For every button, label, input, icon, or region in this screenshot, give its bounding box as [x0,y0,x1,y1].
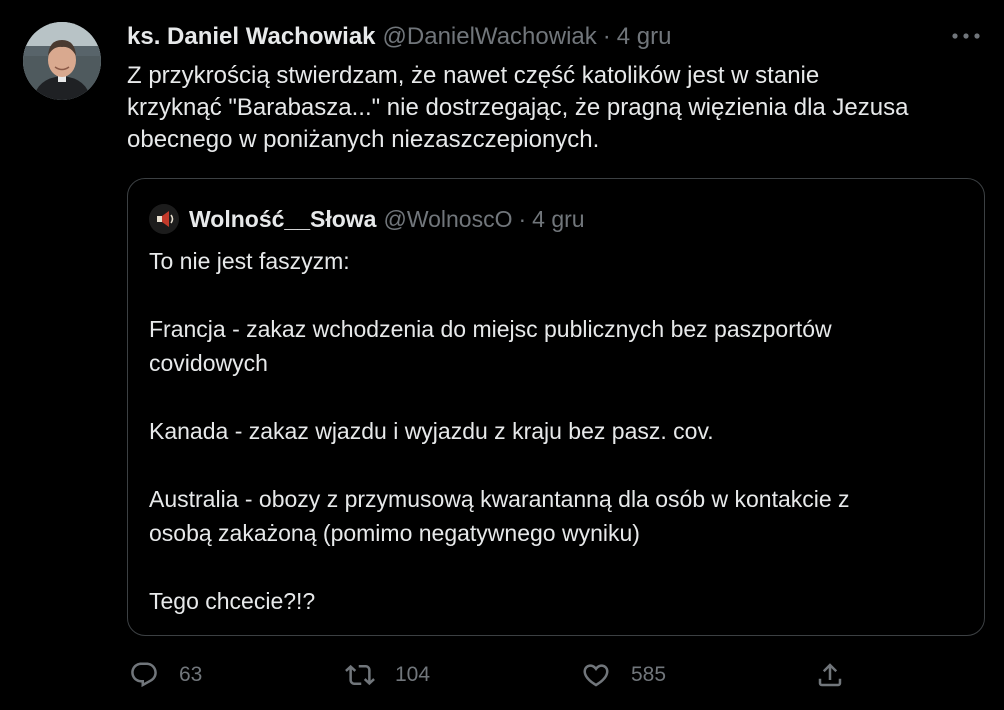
reply-button[interactable]: 63 [129,655,202,695]
author-avatar[interactable] [23,22,101,100]
tweet-date[interactable]: 4 gru [617,23,672,51]
like-count: 585 [631,663,667,686]
author-handle[interactable]: @DanielWachowiak [383,23,597,51]
reply-icon [129,660,159,690]
share-button[interactable] [815,655,845,695]
quoted-author-handle[interactable]: @WolnoscO [383,206,512,233]
quoted-tweet-header: Wolność__Słowa @WolnoscO · 4 gru [149,203,585,235]
quoted-tweet-text: To nie jest faszyzm: Francja - zakaz wch… [149,248,850,614]
tweet-text: Z przykrością stwierdzam, że nawet część… [127,62,909,153]
quoted-author-avatar[interactable] [149,204,179,234]
more-options-button[interactable] [948,24,984,48]
author-name[interactable]: ks. Daniel Wachowiak [127,23,376,51]
tweet-header: ks. Daniel Wachowiak @DanielWachowiak · … [127,22,671,52]
share-icon [815,660,845,690]
retweet-button[interactable]: 104 [345,655,430,695]
heart-icon [581,660,611,690]
quoted-tweet[interactable]: Wolność__Słowa @WolnoscO · 4 gru To nie … [127,178,985,636]
like-button[interactable]: 585 [581,655,666,695]
tweet[interactable]: ks. Daniel Wachowiak @DanielWachowiak · … [0,0,1004,710]
tweet-actions: 63 104 585 [127,655,857,695]
separator-dot: · [602,23,611,50]
retweet-icon [345,660,375,690]
quoted-separator-dot: · [518,205,527,232]
reply-count: 63 [179,663,203,686]
more-horizontal-icon [951,27,981,45]
quoted-author-name[interactable]: Wolność__Słowa [189,206,376,233]
quoted-tweet-date[interactable]: 4 gru [532,206,584,233]
retweet-count: 104 [395,663,431,686]
